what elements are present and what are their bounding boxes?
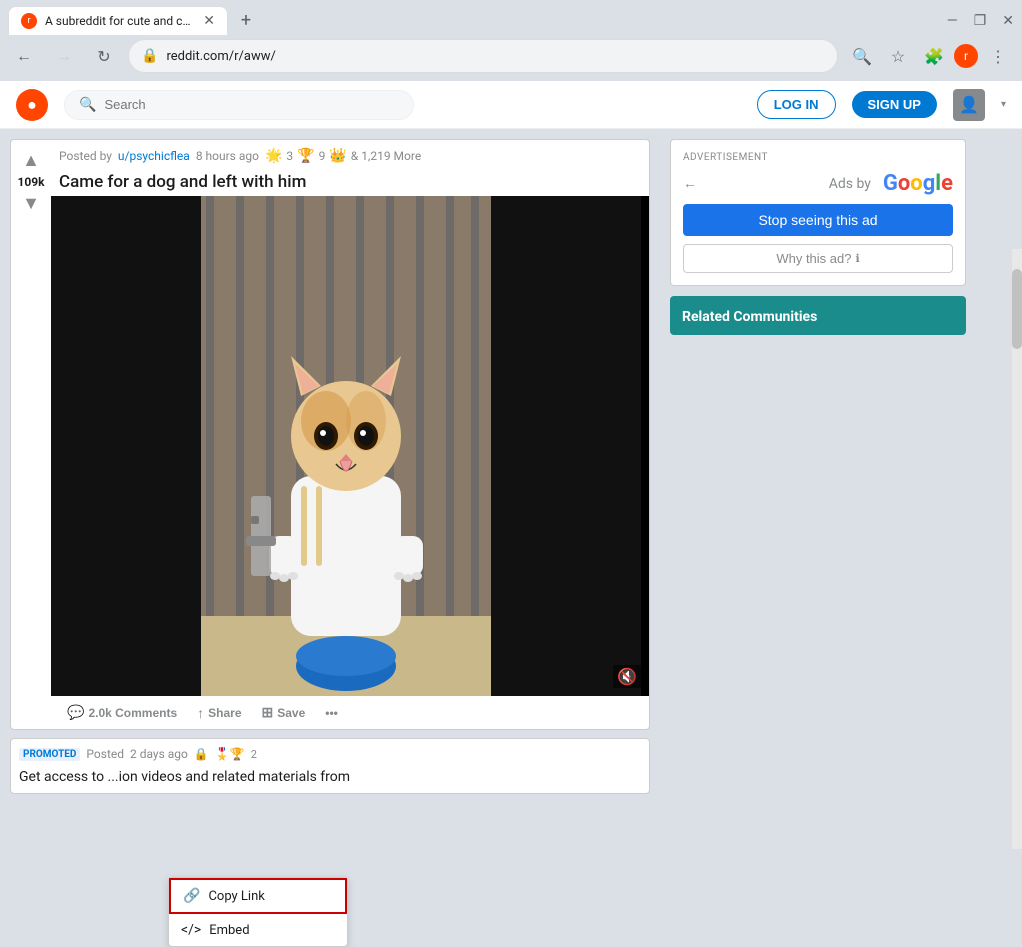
upvote-button[interactable]: ▲ <box>20 148 42 173</box>
extensions-button[interactable]: 🧩 <box>918 40 950 72</box>
search-input[interactable] <box>104 97 399 112</box>
refresh-button[interactable]: ↻ <box>88 40 120 72</box>
post-image-inner: 🔇 <box>51 196 649 696</box>
url-text: reddit.com/r/aww/ <box>166 49 825 64</box>
google-brand: Google <box>883 171 953 196</box>
more-label: ••• <box>325 706 338 720</box>
browser-tab[interactable]: r A subreddit for cute and cuddly ✕ <box>8 6 228 35</box>
share-label: Share <box>208 706 241 720</box>
vote-section: ▲ 109k ▼ <box>11 140 51 729</box>
promoted-awards: 🎖️🏆 <box>215 747 245 761</box>
post-card: ▲ 109k ▼ Posted by u/psychicflea 8 hours… <box>10 139 650 730</box>
related-communities-panel: Related Communities <box>670 296 966 335</box>
promoted-time: 2 days ago <box>130 747 188 761</box>
award-2: 🏆 <box>297 148 314 164</box>
volume-icon[interactable]: 🔇 <box>613 665 641 688</box>
browser-actions: 🔍 ☆ 🧩 r ⋮ <box>846 40 1014 72</box>
user-dropdown-arrow[interactable]: ▾ <box>1001 99 1006 110</box>
close-button[interactable]: ✕ <box>1002 13 1014 29</box>
promoted-title: Get access to ...ion videos and related … <box>11 765 649 793</box>
reddit-tab-icon: r <box>21 13 37 29</box>
tab-close-button[interactable]: ✕ <box>203 13 215 29</box>
share-icon: ↑ <box>197 705 204 721</box>
stop-seeing-ad-button[interactable]: Stop seeing this ad <box>683 204 953 236</box>
related-communities-title: Related Communities <box>682 309 817 325</box>
ads-by-text: Ads by <box>829 176 871 192</box>
menu-button[interactable]: ⋮ <box>982 40 1014 72</box>
search-icon: 🔍 <box>79 97 96 113</box>
main-layout: ▲ 109k ▼ Posted by u/psychicflea 8 hours… <box>0 129 1022 845</box>
browser-title-bar: r A subreddit for cute and cuddly ✕ + — … <box>0 0 1022 35</box>
ad-header: ← Ads by Google <box>683 171 953 196</box>
tab-title: A subreddit for cute and cuddly <box>45 14 191 28</box>
address-bar[interactable]: 🔒 reddit.com/r/aww/ <box>128 39 838 73</box>
related-communities-header: Related Communities <box>670 296 966 335</box>
award-1: 🌟 <box>265 148 282 164</box>
why-this-ad-button[interactable]: Why this ad? ℹ <box>683 244 953 273</box>
post-wrapper: ▲ 109k ▼ Posted by u/psychicflea 8 hours… <box>11 140 649 729</box>
more-awards: & 1,219 More <box>351 149 421 163</box>
browser-chrome: r A subreddit for cute and cuddly ✕ + — … <box>0 0 1022 81</box>
maximize-button[interactable]: ❐ <box>974 13 987 29</box>
promoted-posted-by: Posted <box>86 747 124 761</box>
user-button[interactable]: 👤 <box>953 89 985 121</box>
scrollbar-thumb[interactable] <box>1012 269 1022 349</box>
awards: 🌟 3 🏆 9 👑 & 1,219 More <box>265 148 421 164</box>
scrollbar[interactable] <box>1012 249 1022 849</box>
post-title: Came for a dog and left with him <box>51 168 649 196</box>
vote-count: 109k <box>17 175 44 189</box>
ad-back-button[interactable]: ← <box>683 175 697 192</box>
signup-button[interactable]: SIGN UP <box>852 91 937 118</box>
reddit-extension-icon[interactable]: r <box>954 44 978 68</box>
search-box[interactable]: 🔍 <box>64 90 414 120</box>
save-icon: ⊞ <box>262 704 274 721</box>
promoted-count: 2 <box>251 748 257 761</box>
browser-address-bar: ← → ↻ 🔒 reddit.com/r/aww/ 🔍 ☆ 🧩 r ⋮ <box>0 35 1022 81</box>
promoted-label: PROMOTED <box>19 748 80 761</box>
award-1-count: 3 <box>286 149 293 163</box>
promoted-card: PROMOTED Posted 2 days ago 🔒 🎖️🏆 2 Get a… <box>10 738 650 794</box>
back-button[interactable]: ← <box>8 40 40 72</box>
bookmark-button[interactable]: ☆ <box>882 40 914 72</box>
window-controls: — ❐ ✕ <box>947 13 1014 29</box>
why-ad-label: Why this ad? <box>776 251 851 266</box>
post-header: Posted by u/psychicflea 8 hours ago 🌟 3 … <box>51 140 649 168</box>
username[interactable]: u/psychicflea <box>118 149 190 163</box>
login-button[interactable]: LOG IN <box>757 90 836 119</box>
time-ago: 8 hours ago <box>196 149 259 163</box>
post-content: Posted by u/psychicflea 8 hours ago 🌟 3 … <box>51 140 649 729</box>
ad-panel: ADVERTISEMENT ← Ads by Google Stop seein… <box>670 139 966 286</box>
lock-icon: 🔒 <box>141 48 158 64</box>
info-icon: ℹ <box>855 252 859 265</box>
comments-count: 2.0k Comments <box>88 706 177 720</box>
advertisement-label: ADVERTISEMENT <box>683 152 953 163</box>
comments-button[interactable]: 💬 2.0k Comments <box>59 700 185 725</box>
more-button[interactable]: ••• <box>317 702 346 724</box>
search-browser-button[interactable]: 🔍 <box>846 40 878 72</box>
new-tab-button[interactable]: + <box>232 7 260 35</box>
reddit-header: ● 🔍 LOG IN SIGN UP 👤 ▾ <box>0 81 1022 129</box>
save-button[interactable]: ⊞ Save <box>254 700 314 725</box>
forward-button[interactable]: → <box>48 40 80 72</box>
post-area: ▲ 109k ▼ Posted by u/psychicflea 8 hours… <box>0 129 660 845</box>
promoted-header: PROMOTED Posted 2 days ago 🔒 🎖️🏆 2 <box>11 739 649 765</box>
save-label: Save <box>277 706 305 720</box>
sidebar: ADVERTISEMENT ← Ads by Google Stop seein… <box>660 129 976 845</box>
reddit-logo[interactable]: ● <box>16 89 48 121</box>
post-image: 🔇 <box>51 196 649 696</box>
award-2-count: 9 <box>319 149 326 163</box>
minimize-button[interactable]: — <box>947 13 958 29</box>
promoted-award-lock: 🔒 <box>194 747 209 761</box>
award-3: 👑 <box>329 148 346 164</box>
share-button[interactable]: ↑ Share <box>189 701 249 725</box>
post-actions: 💬 2.0k Comments ↑ Share ⊞ Save ••• <box>51 696 649 729</box>
comments-icon: 💬 <box>67 704 84 721</box>
downvote-button[interactable]: ▼ <box>20 191 42 216</box>
post-image-svg <box>51 196 641 696</box>
posted-by-label: Posted by <box>59 149 112 163</box>
